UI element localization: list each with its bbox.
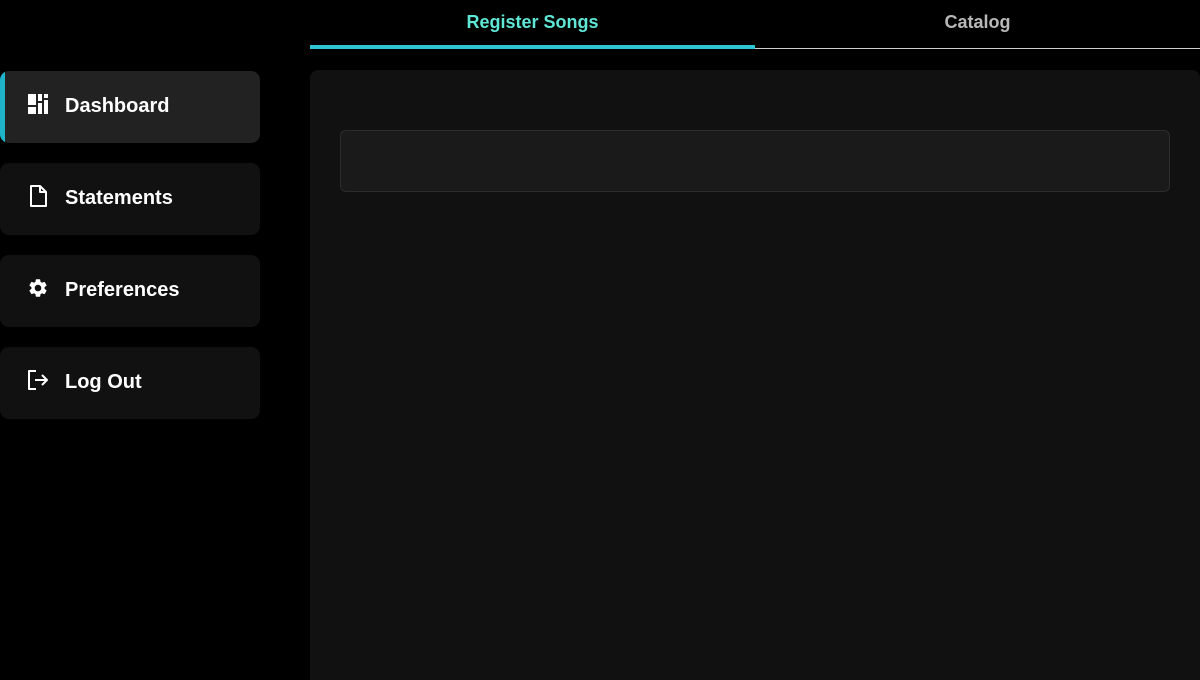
logout-icon [27,369,49,391]
sidebar-item-logout[interactable]: Log Out [0,347,260,419]
sidebar-item-statements[interactable]: Statements [0,163,260,235]
main-panel [310,70,1200,680]
dashboard-icon [27,93,49,115]
empty-field-box[interactable] [340,130,1170,192]
sidebar-item-label: Statements [65,187,173,209]
tab-catalog-label: Catalog [944,12,1011,32]
sidebar: Dashboard Statements Preferences Log Out [0,71,260,439]
sidebar-item-label: Dashboard [65,95,170,117]
gear-icon [27,277,49,299]
tab-catalog[interactable]: Catalog [755,0,1200,48]
sidebar-item-preferences[interactable]: Preferences [0,255,260,327]
app-root: Register Songs Catalog Dashboard Stateme… [0,0,1200,680]
sidebar-item-dashboard[interactable]: Dashboard [0,71,260,143]
sidebar-item-label: Log Out [65,371,142,393]
sidebar-item-label: Preferences [65,279,180,301]
document-icon [27,185,49,207]
tab-register-songs[interactable]: Register Songs [310,0,755,49]
tab-register-songs-label: Register Songs [466,12,599,32]
tab-bar: Register Songs Catalog [310,0,1200,49]
